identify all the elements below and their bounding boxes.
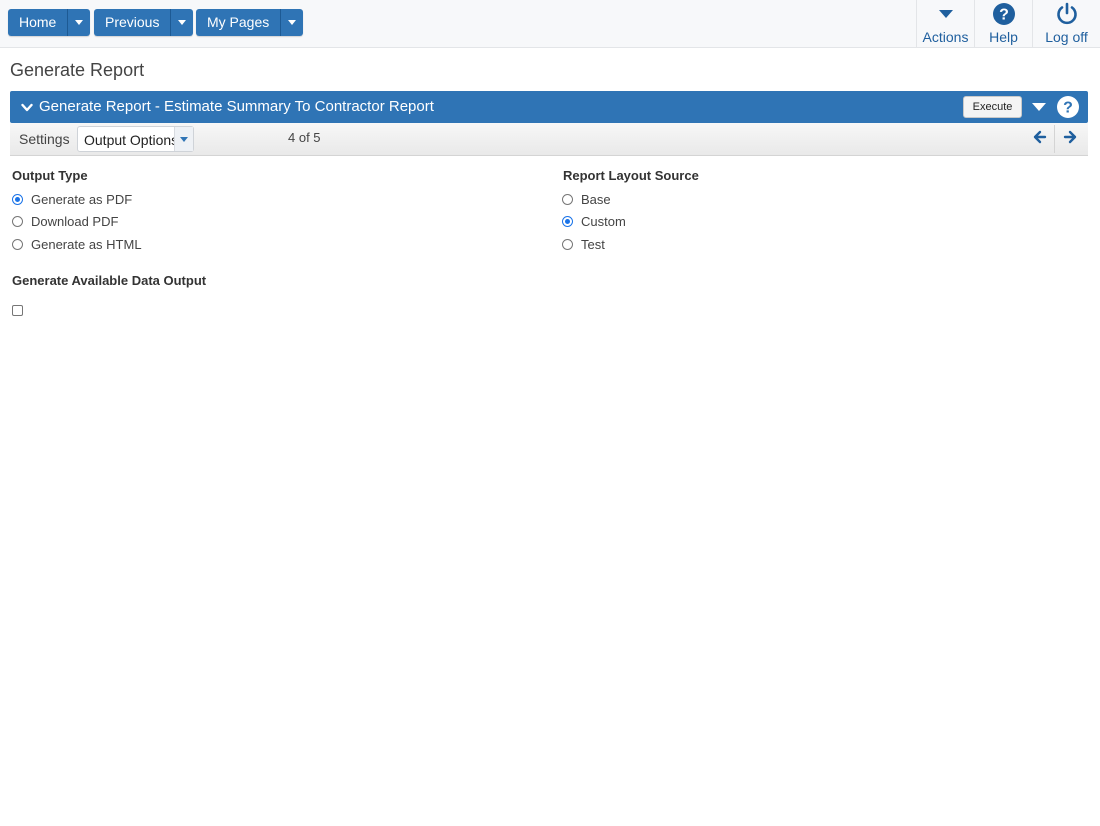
top-right-actions: Actions ? Help Log off xyxy=(916,0,1100,48)
power-icon xyxy=(1055,2,1079,26)
home-button-group: Home xyxy=(8,9,91,36)
option-label: Generate as HTML xyxy=(31,237,142,252)
option-label: Base xyxy=(581,192,611,207)
report-panel-title: Generate Report - Estimate Summary To Co… xyxy=(39,98,434,115)
layout-source-option[interactable]: Test xyxy=(562,237,605,252)
layout-source-label: Report Layout Source xyxy=(563,168,699,183)
page-title: Generate Report xyxy=(10,60,145,80)
step-pager: 4 of 5 xyxy=(288,130,321,145)
radio-button[interactable] xyxy=(562,216,573,227)
my-pages-dropdown-button[interactable] xyxy=(281,9,304,36)
divider xyxy=(1054,125,1055,153)
output-type-option[interactable]: Generate as PDF xyxy=(12,192,132,207)
mypages-button-group: My Pages xyxy=(196,9,304,36)
panel-menu-caret-icon[interactable] xyxy=(1032,103,1046,111)
logoff-label: Log off xyxy=(1045,29,1088,45)
help-label: Help xyxy=(989,29,1018,45)
option-label: Generate as PDF xyxy=(31,192,133,207)
previous-button-group: Previous xyxy=(94,9,194,36)
help-icon: ? xyxy=(992,2,1016,26)
logoff-link[interactable]: Log off xyxy=(1032,0,1100,48)
home-button[interactable]: Home xyxy=(8,9,69,36)
chevron-down-icon xyxy=(174,127,193,151)
chevron-down-icon[interactable] xyxy=(21,100,33,116)
caret-down-icon xyxy=(938,2,954,26)
settings-step-value: Output Options xyxy=(84,132,179,148)
output-type-option[interactable]: Generate as HTML xyxy=(12,237,142,252)
settings-bar: Settings Output Options 4 of 5 xyxy=(10,123,1088,156)
data-output-label: Generate Available Data Output xyxy=(12,273,207,288)
arrow-left-icon[interactable] xyxy=(1033,130,1047,147)
previous-button[interactable]: Previous xyxy=(94,9,172,36)
actions-label: Actions xyxy=(922,29,969,45)
radio-button[interactable] xyxy=(12,194,23,205)
panel-help-icon[interactable]: ? xyxy=(1056,95,1080,122)
arrow-right-icon[interactable] xyxy=(1063,130,1077,147)
svg-text:?: ? xyxy=(1063,100,1073,117)
svg-text:?: ? xyxy=(999,7,1009,24)
home-dropdown-button[interactable] xyxy=(68,9,91,36)
my-pages-button[interactable]: My Pages xyxy=(196,9,282,36)
option-label: Custom xyxy=(581,214,626,229)
output-type-option[interactable]: Download PDF xyxy=(12,214,118,229)
caret-down-icon xyxy=(75,20,84,25)
radio-button[interactable] xyxy=(12,216,23,227)
layout-source-option[interactable]: Base xyxy=(562,192,611,207)
help-link[interactable]: ? Help xyxy=(974,0,1032,48)
top-navigation-bar: Home Previous My Pages Actions ? Help Lo… xyxy=(0,0,1100,48)
settings-label: Settings xyxy=(19,131,70,147)
layout-source-option[interactable]: Custom xyxy=(562,214,626,229)
radio-button[interactable] xyxy=(562,194,573,205)
output-type-label: Output Type xyxy=(12,168,88,183)
option-label: Download PDF xyxy=(31,214,119,229)
caret-down-icon xyxy=(178,20,187,25)
execute-button[interactable]: Execute xyxy=(963,96,1022,118)
option-label: Test xyxy=(581,237,605,252)
report-panel-header: Generate Report - Estimate Summary To Co… xyxy=(10,91,1088,123)
settings-step-select[interactable]: Output Options xyxy=(77,126,194,152)
actions-menu[interactable]: Actions xyxy=(916,0,974,48)
radio-button[interactable] xyxy=(562,239,573,250)
radio-button[interactable] xyxy=(12,239,23,250)
data-output-checkbox[interactable] xyxy=(12,305,23,316)
caret-down-icon xyxy=(288,20,297,25)
previous-dropdown-button[interactable] xyxy=(171,9,194,36)
